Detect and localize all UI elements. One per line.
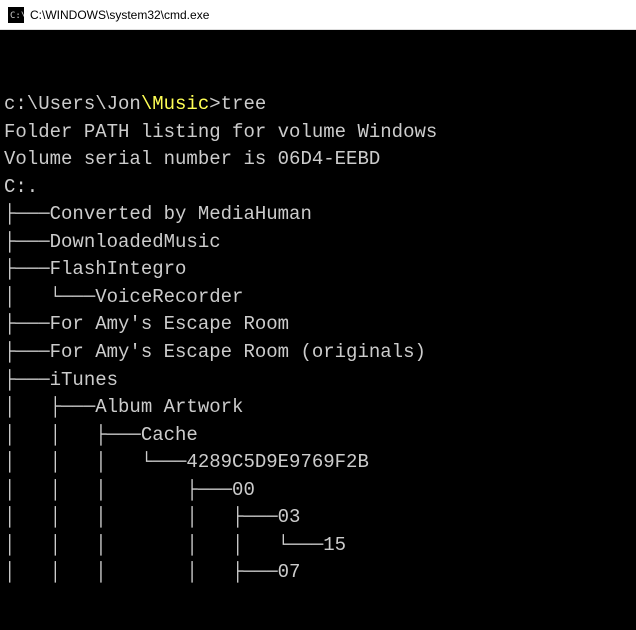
tree-line: │ │ ├───Cache — [4, 424, 198, 446]
tree-line: │ │ │ ├───00 — [4, 479, 255, 501]
prompt-path: c:\Users\Jon — [4, 93, 141, 115]
tree-line: ├───iTunes — [4, 369, 118, 391]
cmd-icon: C:\ — [8, 7, 24, 23]
tree-line: ├───For Amy's Escape Room — [4, 313, 289, 335]
tree-root: C:. — [4, 176, 38, 198]
window-title: C:\WINDOWS\system32\cmd.exe — [30, 8, 209, 22]
tree-line: ├───DownloadedMusic — [4, 231, 221, 253]
output-header: Folder PATH listing for volume Windows — [4, 121, 437, 143]
tree-line: │ │ │ │ ├───03 — [4, 506, 300, 528]
output-serial: Volume serial number is 06D4-EEBD — [4, 148, 380, 170]
tree-line: │ └───VoiceRecorder — [4, 286, 243, 308]
cmd-window: C:\ C:\WINDOWS\system32\cmd.exe c:\Users… — [0, 0, 636, 630]
svg-text:C:\: C:\ — [10, 11, 24, 21]
window-titlebar[interactable]: C:\ C:\WINDOWS\system32\cmd.exe — [0, 0, 636, 30]
tree-line: │ │ │ │ ├───07 — [4, 561, 300, 583]
blank-line — [4, 66, 15, 88]
tree-line: ├───Converted by MediaHuman — [4, 203, 312, 225]
prompt-separator: > — [209, 93, 220, 115]
tree-line: ├───For Amy's Escape Room (originals) — [4, 341, 426, 363]
tree-line: │ ├───Album Artwork — [4, 396, 243, 418]
tree-line: │ │ │ └───4289C5D9E9769F2B — [4, 451, 369, 473]
prompt-subpath: \Music — [141, 93, 209, 115]
tree-line: │ │ │ │ │ └───15 — [4, 534, 346, 556]
tree-line: ├───FlashIntegro — [4, 258, 186, 280]
command-text: tree — [221, 93, 267, 115]
terminal-output[interactable]: c:\Users\Jon\Music>tree Folder PATH list… — [0, 30, 636, 630]
